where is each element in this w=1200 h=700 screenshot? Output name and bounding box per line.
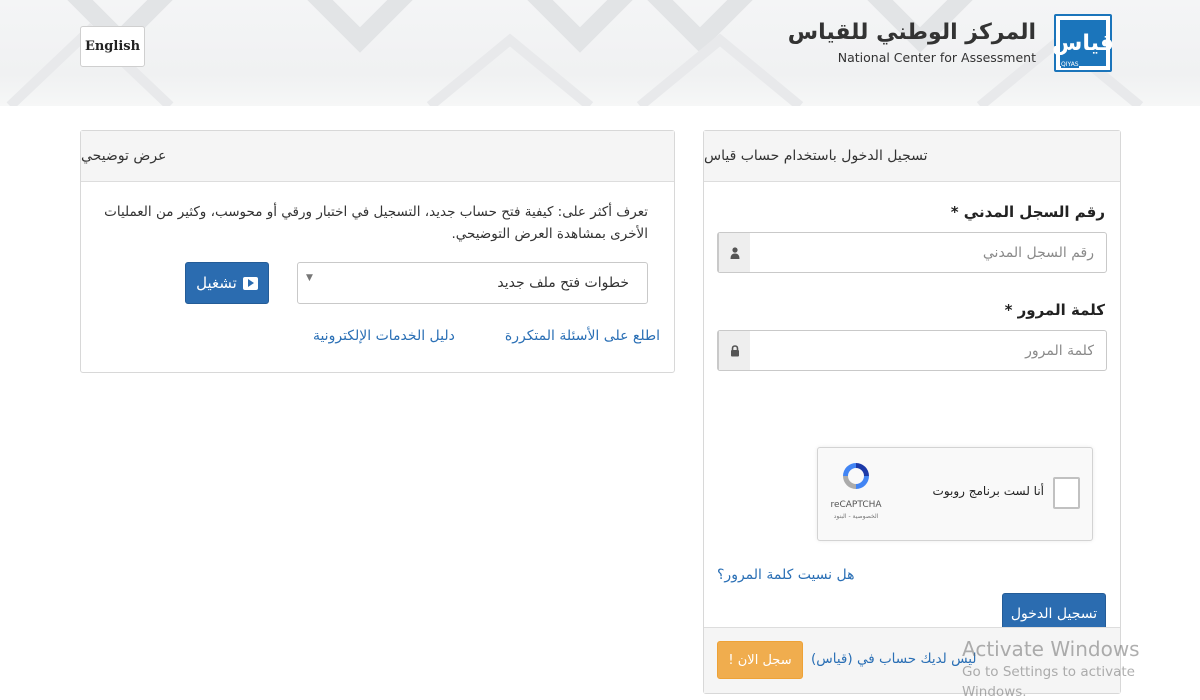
- chevron-down-icon: ▼: [306, 273, 313, 283]
- login-panel: تسجيل الدخول باستخدام حساب قياس رقم السج…: [703, 130, 1121, 694]
- brand[interactable]: المركز الوطني للقياس National Center for…: [788, 14, 1114, 72]
- site-header: English المركز الوطني للقياس National Ce…: [0, 0, 1200, 106]
- password-field[interactable]: [717, 330, 1107, 371]
- play-icon: [242, 276, 258, 290]
- national-id-label: رقم السجل المدني *: [950, 203, 1105, 221]
- demo-topic-select[interactable]: ▼ خطوات فتح ملف جديد: [297, 262, 648, 304]
- login-panel-header: تسجيل الدخول باستخدام حساب قياس: [704, 131, 1120, 182]
- login-form: رقم السجل المدني * كلمة المرور * أنا لست…: [704, 183, 1120, 634]
- recaptcha-logo: reCAPTCHA الخصوصية - البنود: [826, 460, 886, 520]
- play-button-label: تشغيل: [196, 274, 237, 292]
- user-icon: [718, 233, 750, 272]
- brand-name-english: National Center for Assessment: [837, 50, 1036, 65]
- lock-icon: [718, 331, 750, 370]
- recaptcha-checkbox[interactable]: [1053, 477, 1080, 509]
- demo-select-value: خطوات فتح ملف جديد: [497, 275, 629, 291]
- brand-text: المركز الوطني للقياس National Center for…: [788, 18, 1036, 68]
- forgot-password-link[interactable]: هل نسيت كلمة المرور؟: [717, 567, 855, 583]
- recaptcha-brand: reCAPTCHA: [830, 500, 882, 510]
- login-panel-footer: سجل الان ! ليس لديك حساب في (قياس): [704, 627, 1120, 693]
- login-panel-title: تسجيل الدخول باستخدام حساب قياس: [704, 148, 928, 164]
- demo-links: اطلع على الأسئلة المتكررة دليل الخدمات ا…: [313, 328, 660, 344]
- language-switch-button[interactable]: English: [80, 26, 145, 67]
- recaptcha-label: أنا لست برنامج روبوت: [932, 484, 1044, 498]
- national-id-field[interactable]: [717, 232, 1107, 273]
- demo-panel-title: عرض توضيحي: [81, 148, 167, 164]
- no-account-text: ليس لديك حساب في (قياس): [811, 651, 977, 667]
- demo-panel: عرض توضيحي تعرف أكثر على: كيفية فتح حساب…: [80, 130, 675, 373]
- faq-link[interactable]: اطلع على الأسئلة المتكررة: [505, 328, 660, 344]
- recaptcha-icon: [843, 463, 869, 489]
- play-button[interactable]: تشغيل: [185, 262, 269, 304]
- qiyas-logo: قياس QIYAS: [1052, 14, 1114, 72]
- password-input[interactable]: [750, 331, 1106, 370]
- national-id-input[interactable]: [750, 233, 1106, 272]
- e-services-guide-link[interactable]: دليل الخدمات الإلكترونية: [313, 328, 455, 344]
- password-label: كلمة المرور *: [1004, 301, 1105, 319]
- logo-mark: قياس: [1052, 20, 1114, 66]
- recaptcha-terms[interactable]: الخصوصية - البنود: [826, 513, 886, 520]
- register-button[interactable]: سجل الان !: [717, 641, 803, 679]
- logo-caption: QIYAS: [1061, 61, 1079, 68]
- demo-description: تعرف أكثر على: كيفية فتح حساب جديد، التس…: [104, 204, 648, 242]
- demo-panel-header: عرض توضيحي: [81, 131, 674, 182]
- recaptcha-widget: أنا لست برنامج روبوت reCAPTCHA الخصوصية …: [817, 447, 1093, 541]
- brand-name-arabic: المركز الوطني للقياس: [787, 20, 1036, 45]
